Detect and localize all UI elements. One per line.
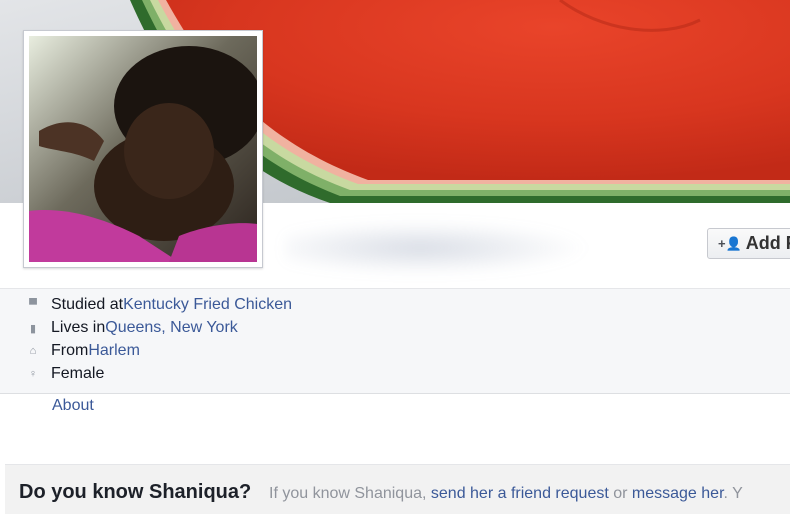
city-icon: ▮: [29, 322, 37, 335]
friend-prompt-bar: Do you know Shaniqua? If you know Shaniq…: [5, 464, 790, 514]
add-friend-icon: +👤: [718, 235, 742, 251]
studied-prefix: Studied at: [51, 296, 124, 313]
education-icon: ▀: [29, 299, 37, 311]
lives-prefix: Lives in: [51, 319, 106, 336]
prompt-text-after: . Y: [723, 485, 743, 502]
profile-picture[interactable]: [23, 30, 263, 268]
friend-prompt-text: If you know Shaniqua, send her a friend …: [269, 485, 743, 503]
city-link[interactable]: Queens, New York: [105, 319, 238, 337]
intro-studied: ▀ Studied at Kentucky Fried Chicken: [26, 294, 292, 316]
intro-lives: ▮ Lives in Queens, New York: [26, 317, 238, 339]
intro-gender: ♀ Female: [26, 363, 104, 385]
add-friend-button[interactable]: +👤 Add F: [707, 228, 790, 259]
about-tab[interactable]: About: [52, 397, 94, 415]
intro-section: ▀ Studied at Kentucky Fried Chicken ▮ Li…: [0, 288, 790, 394]
hometown-link[interactable]: Harlem: [88, 342, 140, 360]
intro-from: ⌂ From Harlem: [26, 340, 140, 362]
profile-name-blurred: [285, 222, 585, 274]
school-link[interactable]: Kentucky Fried Chicken: [123, 296, 292, 314]
message-her-link[interactable]: message her: [632, 485, 724, 502]
gender-text: Female: [51, 365, 105, 382]
prompt-text-middle: or: [608, 485, 632, 502]
prompt-text-before: If you know Shaniqua,: [269, 485, 431, 502]
female-icon: ♀: [28, 368, 38, 380]
add-friend-label: Add F: [745, 233, 790, 253]
from-prefix: From: [51, 342, 89, 359]
friend-prompt-title: Do you know Shaniqua?: [19, 481, 252, 503]
home-icon: ⌂: [29, 345, 37, 357]
send-friend-request-link[interactable]: send her a friend request: [431, 485, 609, 502]
